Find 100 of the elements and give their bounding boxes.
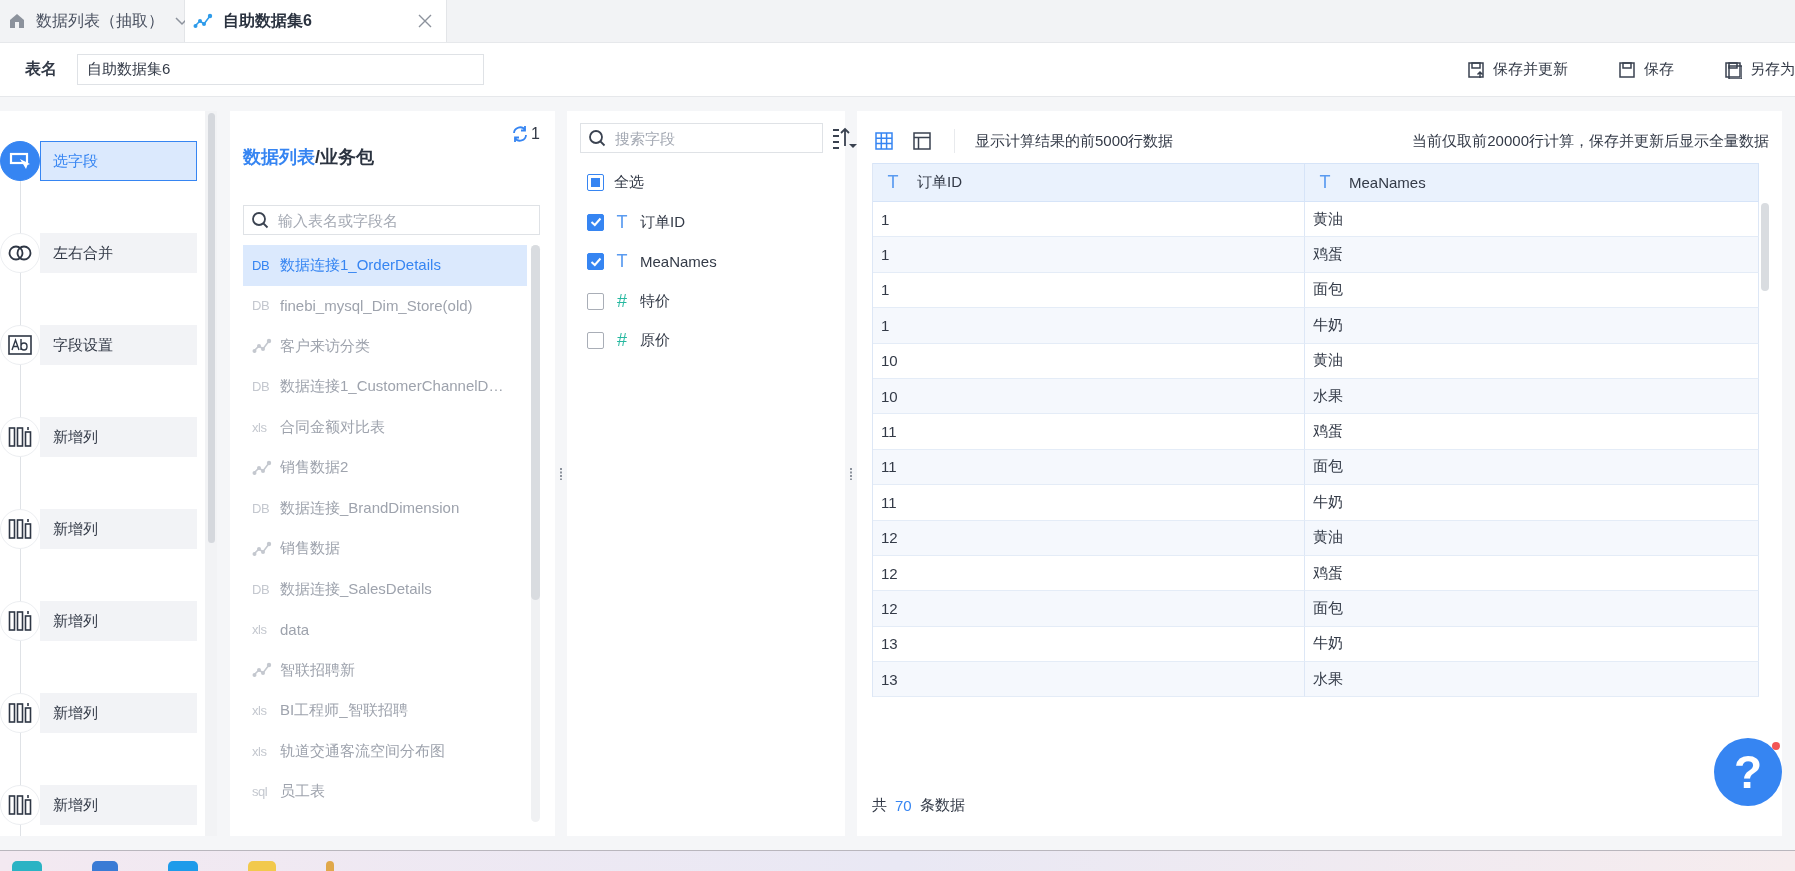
table-name-label: 表名 xyxy=(25,59,57,79)
table-cell: 鸡蛋 xyxy=(1305,237,1759,273)
table-list-item[interactable]: DB 数据连接_BrandDimension xyxy=(243,488,527,529)
node-chart-icon xyxy=(252,459,272,476)
taskbar-icon[interactable] xyxy=(168,861,198,871)
field-type-mark: T xyxy=(615,251,629,273)
step-item[interactable]: 新增列 xyxy=(40,417,197,457)
source-type-label: xls xyxy=(252,743,268,759)
table-cell: 12 xyxy=(873,591,1305,627)
save-as-icon xyxy=(1724,60,1742,79)
table-list-item[interactable]: xls BI工程师_智联招聘 xyxy=(243,690,527,731)
table-cell: 1 xyxy=(873,202,1305,238)
checkbox[interactable] xyxy=(587,292,604,310)
taskbar-icon[interactable] xyxy=(12,861,42,871)
table-name-field[interactable]: 自助数据集6 xyxy=(77,54,484,85)
save-upload-icon xyxy=(1467,60,1485,79)
close-icon xyxy=(418,14,432,28)
checkbox[interactable] xyxy=(587,174,604,192)
step-item[interactable]: 新增列 xyxy=(40,693,197,733)
cursor-field-icon xyxy=(9,151,31,171)
source-type-label: DB xyxy=(252,500,271,516)
toolbar-button[interactable]: 保存 xyxy=(1618,60,1674,79)
table-list-item[interactable]: DB 数据连接_SalesDetails xyxy=(243,569,527,610)
table-cell: 面包 xyxy=(1305,449,1759,486)
home-icon xyxy=(8,12,26,30)
source-type-label: sql xyxy=(252,784,269,800)
table-list-item[interactable]: xls data xyxy=(243,609,527,650)
table-cell: 面包 xyxy=(1305,591,1759,627)
search-field[interactable]: 搜索字段 xyxy=(580,123,823,153)
text-field-icon xyxy=(8,335,32,355)
taskbar-icon[interactable] xyxy=(92,861,118,871)
source-type-label: xls xyxy=(252,703,268,719)
table-cell: 1 xyxy=(873,308,1305,344)
search-icon xyxy=(251,211,269,229)
field-type-mark: # xyxy=(616,330,628,352)
check-icon xyxy=(589,216,602,229)
table-cell: 面包 xyxy=(1305,272,1759,309)
search-icon xyxy=(588,129,606,147)
table-cell: 黄油 xyxy=(1305,343,1759,379)
table-list-item[interactable]: DB 数据连接1_CustomerChannelD… xyxy=(243,366,527,407)
table-cell: 水果 xyxy=(1305,662,1759,698)
table-cell: 1 xyxy=(873,237,1305,273)
panel-title: 数据列表/业务包 xyxy=(243,146,375,169)
table-cell: 12 xyxy=(873,520,1305,556)
table-cell: 牛奶 xyxy=(1305,626,1759,663)
taskbar-icon[interactable] xyxy=(326,861,334,871)
source-type-label: DB xyxy=(252,581,271,597)
step-item[interactable]: 左右合并 xyxy=(40,233,197,273)
step-item[interactable]: 新增列 xyxy=(40,509,197,549)
table-cell: 10 xyxy=(873,378,1305,415)
info-text: 显示计算结果的前5000行数据 xyxy=(975,131,1174,151)
table-list-item[interactable]: 智联招聘新 xyxy=(243,650,527,691)
toolbar-button[interactable]: 另存为 xyxy=(1724,60,1795,79)
checkbox[interactable] xyxy=(587,253,604,271)
source-type-label: DB xyxy=(252,379,271,395)
table-list-item[interactable]: 销售数据2 xyxy=(243,447,527,488)
layout-icon xyxy=(912,131,932,151)
total-label: 共 xyxy=(872,795,887,815)
add-column-icon xyxy=(8,702,32,724)
add-column-icon xyxy=(8,794,32,816)
table-list-item[interactable]: DB 数据连接1_OrderDetails xyxy=(243,245,527,286)
node-chart-icon xyxy=(252,540,272,557)
drag-handle-icon xyxy=(849,466,853,481)
table-cell: 黄油 xyxy=(1305,520,1759,556)
table-list-item[interactable]: DB finebi_mysql_Dim_Store(old) xyxy=(243,285,527,326)
table-cell: 11 xyxy=(873,485,1305,521)
grid-icon xyxy=(874,131,894,151)
node-chart-icon xyxy=(252,338,272,355)
step-item[interactable]: 选字段 xyxy=(40,141,197,181)
table-list-item[interactable]: 销售数据 xyxy=(243,528,527,569)
table-list-item[interactable]: xls 合同金额对比表 xyxy=(243,407,527,448)
info-text: 当前仅取前20000行计算，保存并更新后显示全量数据 xyxy=(1412,131,1769,151)
view-mode-button[interactable] xyxy=(910,129,934,153)
step-item[interactable]: 字段设置 xyxy=(40,325,197,365)
table-cell: 10 xyxy=(873,343,1305,379)
table-cell: 鸡蛋 xyxy=(1305,414,1759,450)
search-field[interactable]: 输入表名或字段名 xyxy=(243,205,540,235)
table-list-item[interactable]: sql 员工表 xyxy=(243,771,527,812)
step-item[interactable]: 新增列 xyxy=(40,601,197,641)
table-cell: 11 xyxy=(873,414,1305,450)
table-cell: 13 xyxy=(873,626,1305,663)
table-list-item[interactable]: 客户来访分类 xyxy=(243,326,527,367)
toolbar-button[interactable]: 保存并更新 xyxy=(1467,60,1568,79)
column-header: T 订单ID xyxy=(873,163,1305,202)
total-count: 70 xyxy=(895,796,912,814)
node-chart-icon xyxy=(193,13,213,29)
tab[interactable]: 自助数据集6 xyxy=(185,0,447,42)
field-type-mark: T xyxy=(615,211,629,233)
checkbox[interactable] xyxy=(587,213,604,231)
table-list-item[interactable]: xls 轨道交通客流空间分布图 xyxy=(243,731,527,772)
step-item[interactable]: 新增列 xyxy=(40,785,197,825)
refresh-icon xyxy=(511,125,530,143)
refresh-count: 1 xyxy=(531,125,540,143)
select-all-label: 全选 xyxy=(614,173,644,193)
table-cell: 牛奶 xyxy=(1305,308,1759,344)
save-icon xyxy=(1618,60,1636,79)
help-button[interactable]: ? xyxy=(1714,738,1782,806)
table-cell: 12 xyxy=(873,555,1305,592)
checkbox[interactable] xyxy=(587,332,604,350)
sort-icon xyxy=(831,126,859,150)
